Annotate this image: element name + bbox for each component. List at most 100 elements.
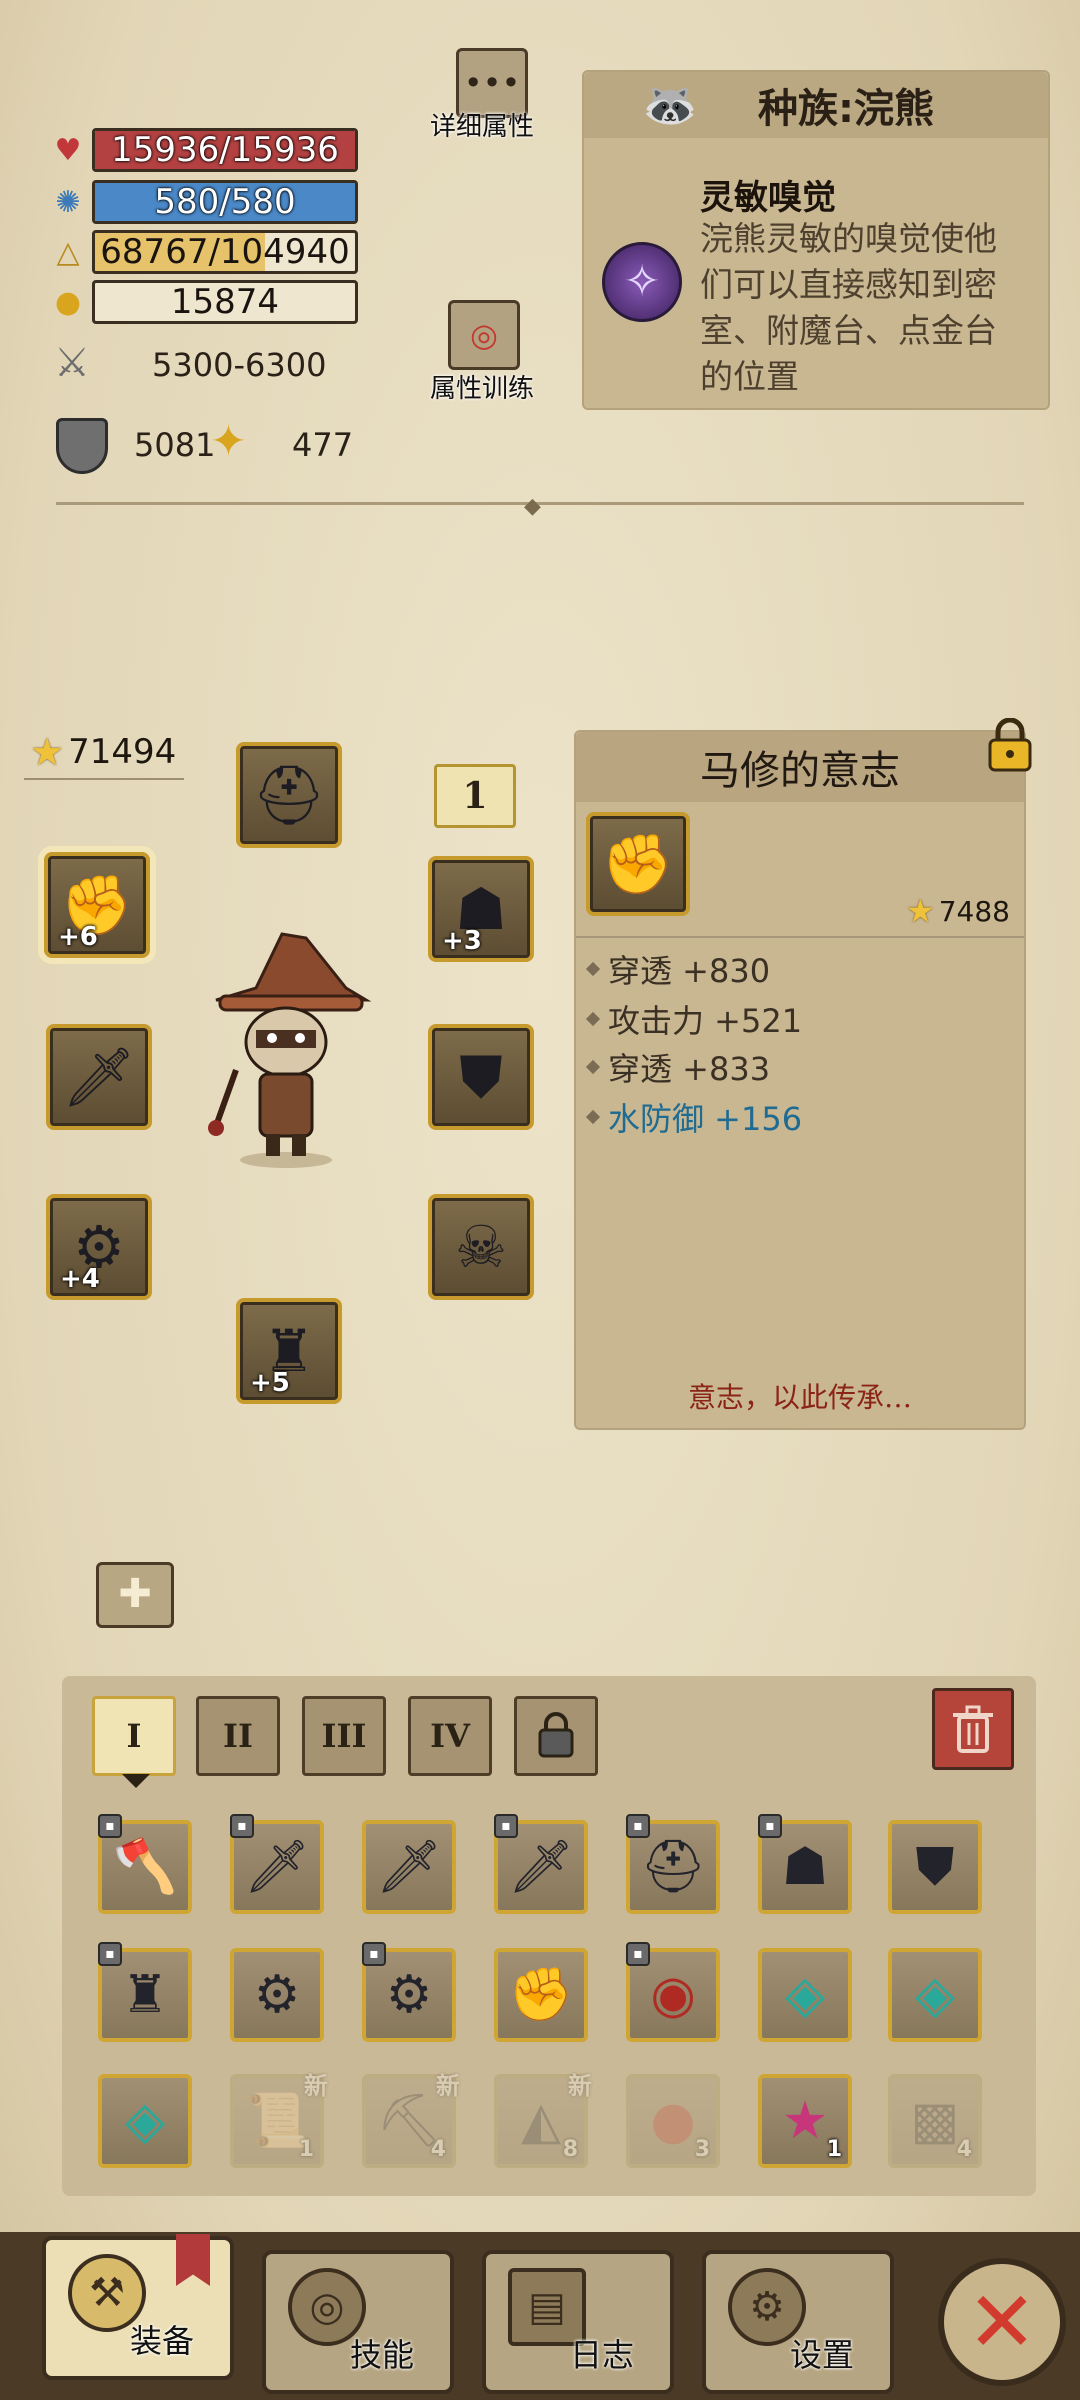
- inventory-slot-stone[interactable]: ▩ 4: [888, 2074, 982, 2168]
- skill-description: 浣熊灵敏的嗅觉使他 们可以直接感知到密 室、附魔台、点金台 的位置: [700, 216, 997, 400]
- attack-value: 5300-6300: [152, 346, 327, 384]
- inventory-slot[interactable]: ⛊: [888, 1820, 982, 1914]
- item-count: 1: [298, 2137, 314, 2162]
- bullet-icon: [585, 1109, 601, 1125]
- weapon-slot[interactable]: 🗡: [46, 1024, 152, 1130]
- attribute-line-water: 水防御 +156: [585, 1094, 802, 1140]
- sword-icon: 🗡: [375, 1837, 442, 1897]
- nav-settings-label: 设置: [789, 2336, 854, 2374]
- lock-icon[interactable]: [986, 717, 1034, 774]
- helmet-slot[interactable]: ⛑: [236, 742, 342, 848]
- divider-ornament: ◆: [524, 494, 541, 519]
- item-detail-panel: 马修的意志 ✊ ★ 7488 穿透 +830 攻击力 +521 穿透 +833 …: [574, 717, 1032, 1430]
- inventory-slot-potion[interactable]: ● 3: [626, 2074, 720, 2168]
- inventory-slot[interactable]: ◈: [98, 2074, 192, 2168]
- new-badge: 新: [568, 2072, 592, 2100]
- mp-text: 580/580: [154, 182, 296, 222]
- inventory-slot[interactable]: ▪ ☗: [758, 1814, 852, 1914]
- item-preview: ✊: [586, 812, 690, 916]
- tab-set-3[interactable]: III: [302, 1696, 386, 1776]
- tab-set-1[interactable]: I: [92, 1696, 176, 1776]
- new-badge: 新: [304, 2072, 328, 2100]
- inventory-slot[interactable]: ▪ ◉: [626, 1942, 720, 2042]
- mp-bar: 580/580: [92, 180, 358, 224]
- expand-plus-button[interactable]: ✚: [96, 1562, 174, 1628]
- nav-log-label: 日志: [569, 2336, 634, 2374]
- star-potion-icon: ★: [781, 2091, 829, 2151]
- sword-icon: 🗡: [62, 1043, 136, 1111]
- inventory-slot[interactable]: ▪ 🪓: [98, 1814, 192, 1914]
- hp-text: 15936/15936: [111, 130, 339, 170]
- race-header: 🦝 种族:浣熊: [584, 72, 1048, 138]
- axe-icon: 🪓: [112, 1837, 178, 1897]
- nav-log[interactable]: ▤ 日志: [482, 2250, 674, 2394]
- attribute-line: 穿透 +830: [585, 946, 771, 992]
- cloak-slot[interactable]: ☠: [428, 1194, 534, 1300]
- item-count: 8: [562, 2137, 578, 2162]
- inventory-slot[interactable]: ✊: [494, 1948, 588, 2042]
- plus-level: +3: [442, 926, 482, 956]
- mana-icon: ✺: [55, 184, 81, 220]
- skill-desc-line: 室、附魔台、点金台: [700, 311, 997, 350]
- plus-level: +6: [58, 922, 98, 952]
- attribute-text: 穿透 +830: [608, 952, 771, 990]
- skill-name: 灵敏嗅觉: [700, 178, 836, 218]
- item-quote: 意志，以此传承…: [687, 1381, 912, 1414]
- tab-set-4[interactable]: IV: [408, 1696, 492, 1776]
- item-name: 马修的意志: [576, 732, 1024, 802]
- lock-icon: ▪: [626, 1814, 650, 1838]
- gold-text: 15874: [170, 282, 280, 322]
- nav-settings[interactable]: ⚙ 设置: [702, 2250, 894, 2394]
- defense-value: 5081: [134, 426, 216, 464]
- inventory-slot-eye-scroll[interactable]: ◭ 新 8: [494, 2072, 592, 2168]
- inventory-slot[interactable]: ▪ ⛑: [626, 1814, 720, 1914]
- attribute-text: 穿透 +833: [608, 1050, 771, 1088]
- nav-skills[interactable]: ◎ 技能: [262, 2250, 454, 2394]
- new-badge: 新: [436, 2072, 460, 2100]
- item-score-value: 7488: [938, 894, 1010, 928]
- inventory-slot[interactable]: 🗡: [362, 1820, 456, 1914]
- tab-set-2[interactable]: II: [196, 1696, 280, 1776]
- training-label: 属性训练: [430, 374, 535, 404]
- set-index-badge[interactable]: 1: [434, 764, 516, 828]
- close-button[interactable]: ✕: [938, 2258, 1066, 2386]
- item-score: ★ 7488: [906, 892, 1010, 930]
- bullet-icon: [585, 1011, 601, 1027]
- luck-coin-icon: ✦: [210, 416, 247, 467]
- star-icon: ★: [30, 730, 65, 774]
- more-dots-icon: •••: [463, 64, 521, 102]
- bullet-icon: [585, 961, 601, 977]
- inventory-slot[interactable]: ▪ ♜: [98, 1942, 192, 2042]
- inventory-slot[interactable]: ▪ 🗡: [230, 1814, 324, 1914]
- inventory-slot-star-potion[interactable]: ★ 1: [758, 2074, 852, 2168]
- inventory-slot[interactable]: ◈: [888, 1948, 982, 2042]
- target-icon: ◎: [470, 316, 498, 354]
- inventory-slot[interactable]: ▪ ⚙: [362, 1942, 456, 2042]
- crystal-ring-icon: ◈: [915, 1965, 955, 2025]
- luck-value: 477: [292, 426, 354, 464]
- tab-set-locked[interactable]: [514, 1696, 598, 1776]
- shield-icon: [56, 418, 108, 474]
- chest-armor-slot[interactable]: ⛊: [428, 1024, 534, 1130]
- crystal-ring-icon: ◈: [785, 1965, 825, 2025]
- bracer-slot[interactable]: ⚙ +4: [46, 1194, 152, 1300]
- boots-slot[interactable]: ♜ +5: [236, 1298, 342, 1404]
- sword-icon: 🗡: [243, 1837, 310, 1897]
- plus-level: +4: [60, 1264, 100, 1294]
- helmet-icon: ⛑: [639, 1837, 706, 1897]
- inventory-slot[interactable]: ⚙: [230, 1948, 324, 2042]
- gauntlet-slot[interactable]: ✊ +6: [44, 852, 150, 958]
- race-title: 种族:浣熊: [758, 86, 934, 132]
- inventory-slot[interactable]: ▪ 🗡: [494, 1814, 588, 1914]
- skill-desc-line: 的位置: [700, 357, 799, 396]
- trash-button[interactable]: [932, 1688, 1014, 1770]
- lock-icon: ▪: [626, 1942, 650, 1966]
- inventory-slot[interactable]: ◈: [758, 1948, 852, 2042]
- inventory-slot-scroll[interactable]: 📜 新 1: [230, 2072, 328, 2168]
- gold-row: ● 15874: [48, 280, 358, 324]
- inventory-slot-pickaxe[interactable]: ⛏ 新 4: [362, 2072, 460, 2168]
- score-underline: [24, 778, 184, 780]
- training-button[interactable]: ◎: [448, 300, 520, 370]
- pauldron-slot[interactable]: ☗ +3: [428, 856, 534, 962]
- nav-equip[interactable]: ⚒ 装备: [42, 2234, 234, 2380]
